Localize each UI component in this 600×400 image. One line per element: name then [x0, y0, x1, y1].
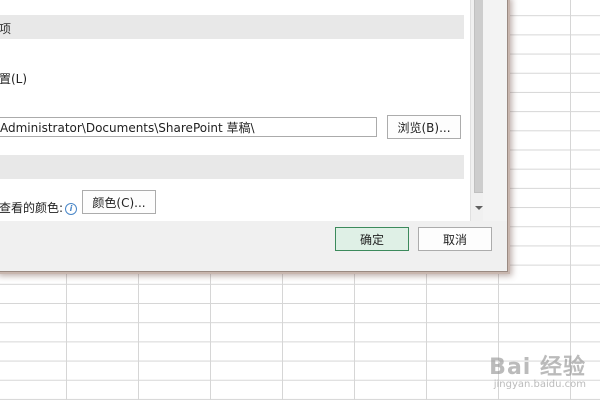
- dialog-footer: 确定 取消: [0, 221, 507, 271]
- color-label: 查看的颜色:: [0, 201, 64, 215]
- save-path-input[interactable]: Administrator\Documents\SharePoint 草稿\: [0, 117, 377, 137]
- watermark-logo: Bai 经验: [489, 355, 586, 380]
- ok-button[interactable]: 确定: [335, 227, 409, 251]
- dialog-content: 项 置(L) Administrator\Documents\SharePoin…: [0, 0, 483, 221]
- scroll-down-arrow-icon[interactable]: [475, 206, 483, 210]
- setting-label: 置(L): [0, 70, 27, 87]
- watermark-url: jingyan.baidu.com: [493, 379, 586, 390]
- section-header-2: [0, 155, 464, 179]
- vertical-scrollbar[interactable]: [470, 0, 483, 221]
- cancel-button[interactable]: 取消: [418, 227, 492, 251]
- info-icon[interactable]: i: [65, 202, 78, 215]
- color-setting-row: 查看的颜色: i: [0, 199, 78, 216]
- setting-label-text: 置(L): [0, 72, 28, 86]
- color-button[interactable]: 颜色(C)...: [82, 190, 156, 214]
- browse-button[interactable]: 浏览(B)...: [387, 115, 461, 139]
- section-header-1: 项: [0, 15, 464, 39]
- options-dialog: 项 置(L) Administrator\Documents\SharePoin…: [0, 0, 508, 272]
- section-header-label: 项: [0, 22, 12, 36]
- scroll-thumb[interactable]: [474, 0, 483, 193]
- watermark: Bai 经验 jingyan.baidu.com: [489, 349, 586, 390]
